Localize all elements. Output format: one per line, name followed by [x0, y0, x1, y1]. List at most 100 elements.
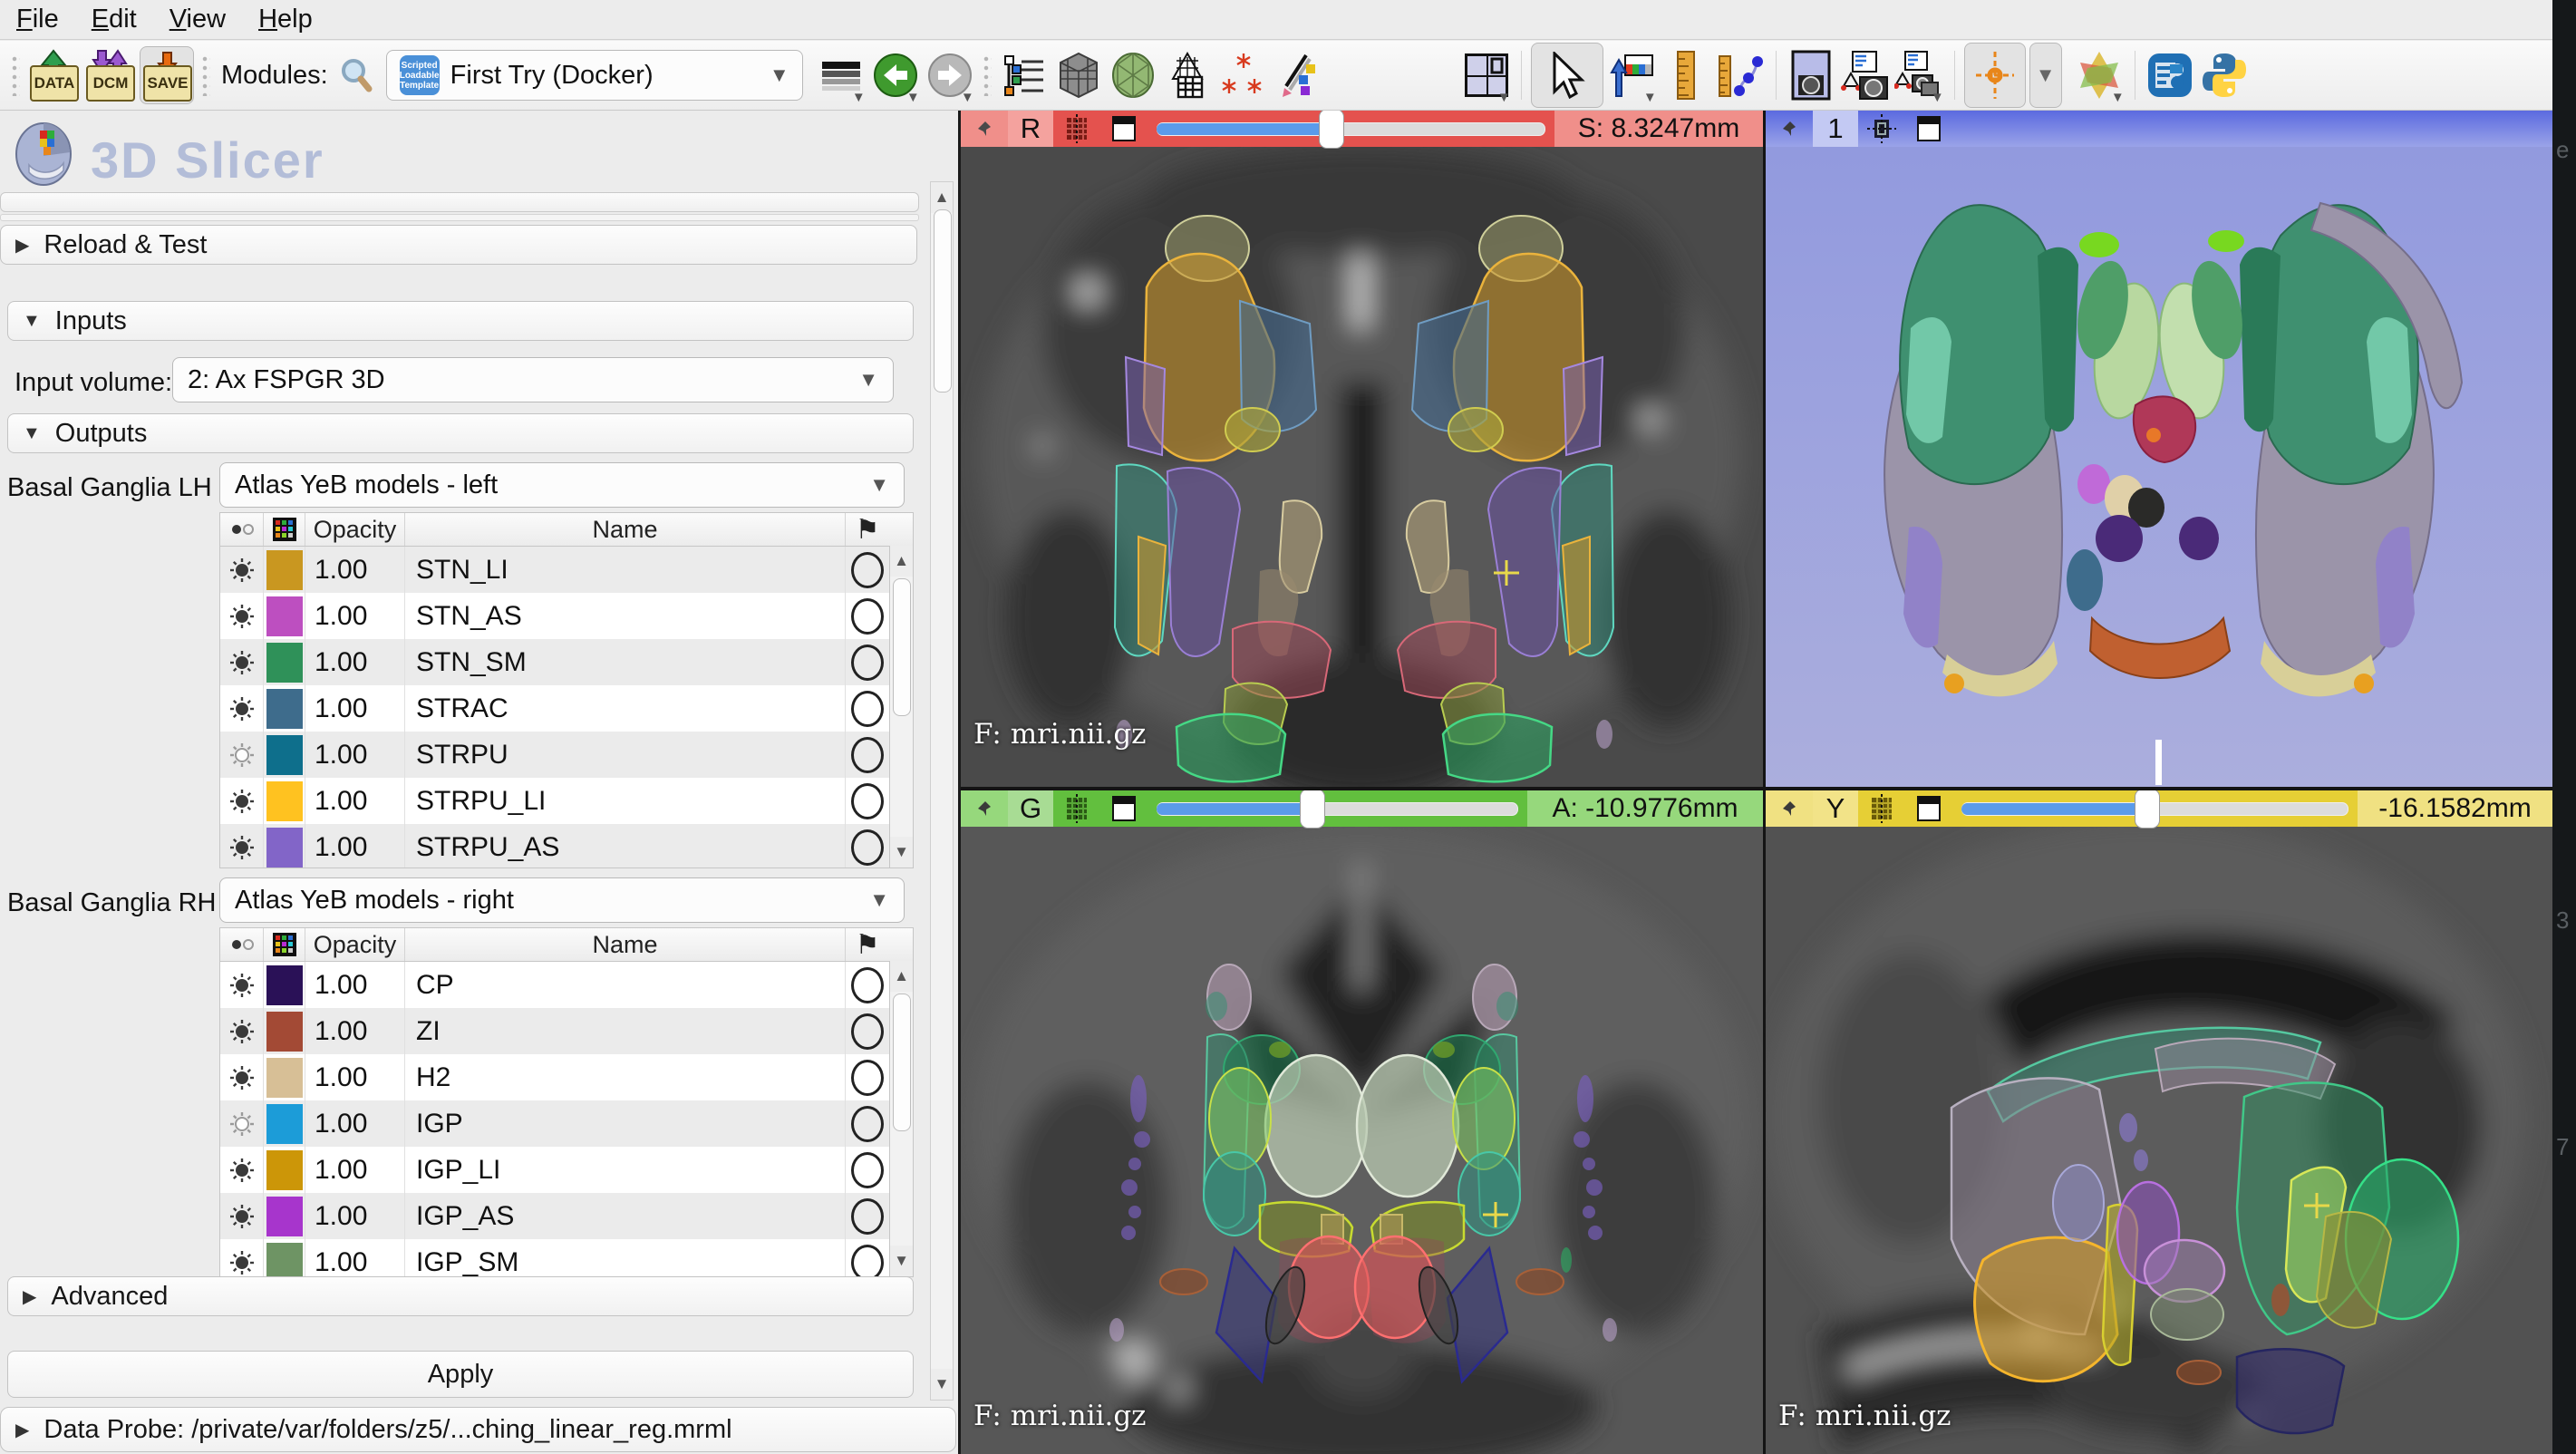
visibility-toggle[interactable] [220, 639, 264, 685]
table-row[interactable]: 1.00STRPU_LI [220, 778, 913, 824]
model-name[interactable]: STRAC [405, 685, 846, 732]
opacity-value[interactable]: 1.00 [305, 962, 405, 1008]
pin-button[interactable] [961, 111, 1008, 147]
flag-toggle[interactable] [846, 1054, 889, 1100]
ruler-button[interactable] [1661, 47, 1712, 103]
slider-handle[interactable] [1300, 790, 1325, 829]
section-inputs[interactable]: ▼ Inputs [7, 301, 914, 341]
view-menu-button[interactable] [1100, 790, 1148, 827]
color-swatch[interactable] [264, 1008, 305, 1054]
view-menu-button[interactable] [1905, 111, 1952, 147]
model-name[interactable]: STRPU [405, 732, 846, 778]
scroll-up-icon[interactable]: ▲ [890, 961, 913, 992]
threed-view[interactable]: 1 [1766, 111, 2552, 787]
scroll-up-icon[interactable]: ▲ [931, 182, 953, 213]
python-console-button[interactable] [2199, 47, 2250, 103]
opacity-value[interactable]: 1.00 [305, 1054, 405, 1100]
toolbar-grip[interactable] [983, 54, 992, 96]
table-row[interactable]: 1.00ZI [220, 1008, 913, 1054]
flag-toggle[interactable] [846, 547, 889, 593]
menu-edit[interactable]: Edit [92, 5, 137, 34]
visibility-column-icon[interactable] [220, 928, 264, 961]
module-search-icon[interactable] [337, 56, 375, 94]
markups-button[interactable] [1271, 47, 1322, 103]
model-name[interactable]: IGP [405, 1100, 846, 1147]
flag-toggle[interactable] [846, 639, 889, 685]
flag-toggle[interactable] [846, 1193, 889, 1239]
threed-canvas[interactable] [1766, 147, 2552, 787]
toolbar-grip[interactable] [11, 54, 20, 96]
model-name[interactable]: STRPU_LI [405, 778, 846, 824]
slice-visibility-button[interactable] [1858, 790, 1905, 827]
basal-ganglia-rh-selector[interactable]: Atlas YeB models - right ▼ [219, 877, 905, 923]
opacity-value[interactable]: 1.00 [305, 547, 405, 593]
view-divider-vertical[interactable] [1763, 111, 1766, 1454]
table-row[interactable]: 1.00IGP [220, 1100, 913, 1147]
visibility-toggle[interactable] [220, 547, 264, 593]
section-reload-and-test[interactable]: ▶ Reload & Test [0, 225, 917, 265]
scroll-down-icon[interactable]: ▼ [931, 1369, 953, 1400]
model-name[interactable]: CP [405, 962, 846, 1008]
pin-button[interactable] [1766, 790, 1813, 827]
yellow-slice-slider[interactable] [1961, 790, 2348, 827]
visibility-toggle[interactable] [220, 962, 264, 1008]
visibility-toggle[interactable] [220, 732, 264, 778]
color-column-icon[interactable] [264, 513, 305, 546]
opacity-column-header[interactable]: Opacity [305, 928, 405, 961]
model-name[interactable]: ZI [405, 1008, 846, 1054]
visibility-column-icon[interactable] [220, 513, 264, 546]
opacity-value[interactable]: 1.00 [305, 778, 405, 824]
color-swatch[interactable] [264, 685, 305, 732]
crosshair-button[interactable] [1964, 43, 2026, 108]
flag-toggle[interactable] [846, 1100, 889, 1147]
flag-toggle[interactable] [846, 962, 889, 1008]
opacity-value[interactable]: 1.00 [305, 824, 405, 868]
data-probe-bar[interactable]: ▶ Data Probe: /private/var/folders/z5/..… [0, 1407, 956, 1452]
color-swatch[interactable] [264, 1239, 305, 1277]
green-slice-slider[interactable] [1157, 790, 1518, 827]
measurements-button[interactable] [1716, 47, 1767, 103]
scroll-down-icon[interactable]: ▼ [890, 1246, 913, 1276]
input-volume-selector[interactable]: 2: Ax FSPGR 3D ▼ [172, 357, 894, 402]
table-row[interactable]: 1.00STN_LI [220, 547, 913, 593]
model-name[interactable]: IGP_LI [405, 1147, 846, 1193]
pin-button[interactable] [961, 790, 1008, 827]
basal-ganglia-lh-selector[interactable]: Atlas YeB models - left ▼ [219, 462, 905, 508]
apply-button[interactable]: Apply [7, 1351, 914, 1398]
opacity-value[interactable]: 1.00 [305, 1100, 405, 1147]
color-swatch[interactable] [264, 547, 305, 593]
layout-selector-button[interactable]: ▼ [1461, 47, 1512, 103]
visibility-toggle[interactable] [220, 1239, 264, 1277]
restore-scene-view-button[interactable]: ▼ [1894, 47, 1945, 103]
table-scrollbar[interactable]: ▲ ▼ [889, 546, 913, 868]
view-menu-button[interactable] [1100, 111, 1148, 147]
table-scrollbar[interactable]: ▲ ▼ [889, 961, 913, 1276]
module-history-button[interactable]: ▼ [816, 47, 867, 103]
visibility-toggle[interactable] [220, 1193, 264, 1239]
color-swatch[interactable] [264, 1100, 305, 1147]
module-back-button[interactable]: ▼ [870, 47, 921, 103]
opacity-column-header[interactable]: Opacity [305, 513, 405, 546]
opacity-value[interactable]: 1.00 [305, 1147, 405, 1193]
module-selector[interactable]: ScriptedLoadableTemplate First Try (Dock… [386, 50, 803, 101]
panel-view-divider[interactable] [958, 111, 961, 1454]
table-row[interactable]: 1.00STN_AS [220, 593, 913, 639]
table-row[interactable]: 1.00STRAC [220, 685, 913, 732]
table-row[interactable]: 1.00CP [220, 962, 913, 1008]
model-name[interactable]: IGP_SM [405, 1239, 846, 1277]
visibility-toggle[interactable] [220, 778, 264, 824]
menu-view[interactable]: View [169, 5, 226, 34]
green-slice-canvas[interactable] [961, 827, 1763, 1454]
slice-visibility-button[interactable] [1053, 790, 1100, 827]
scrollbar-thumb[interactable] [893, 994, 911, 1131]
scrollbar-thumb[interactable] [934, 209, 952, 393]
scene-views-button[interactable] [1840, 47, 1891, 103]
flag-toggle[interactable] [846, 1008, 889, 1054]
center-view-button[interactable] [1858, 111, 1905, 147]
red-slice-slider[interactable] [1157, 111, 1545, 147]
transforms-button[interactable] [1162, 47, 1213, 103]
color-swatch[interactable] [264, 732, 305, 778]
menu-help[interactable]: Help [258, 5, 313, 34]
volume-rendering-button[interactable] [1053, 47, 1104, 103]
flag-column-header[interactable]: ⚑ [846, 513, 889, 546]
